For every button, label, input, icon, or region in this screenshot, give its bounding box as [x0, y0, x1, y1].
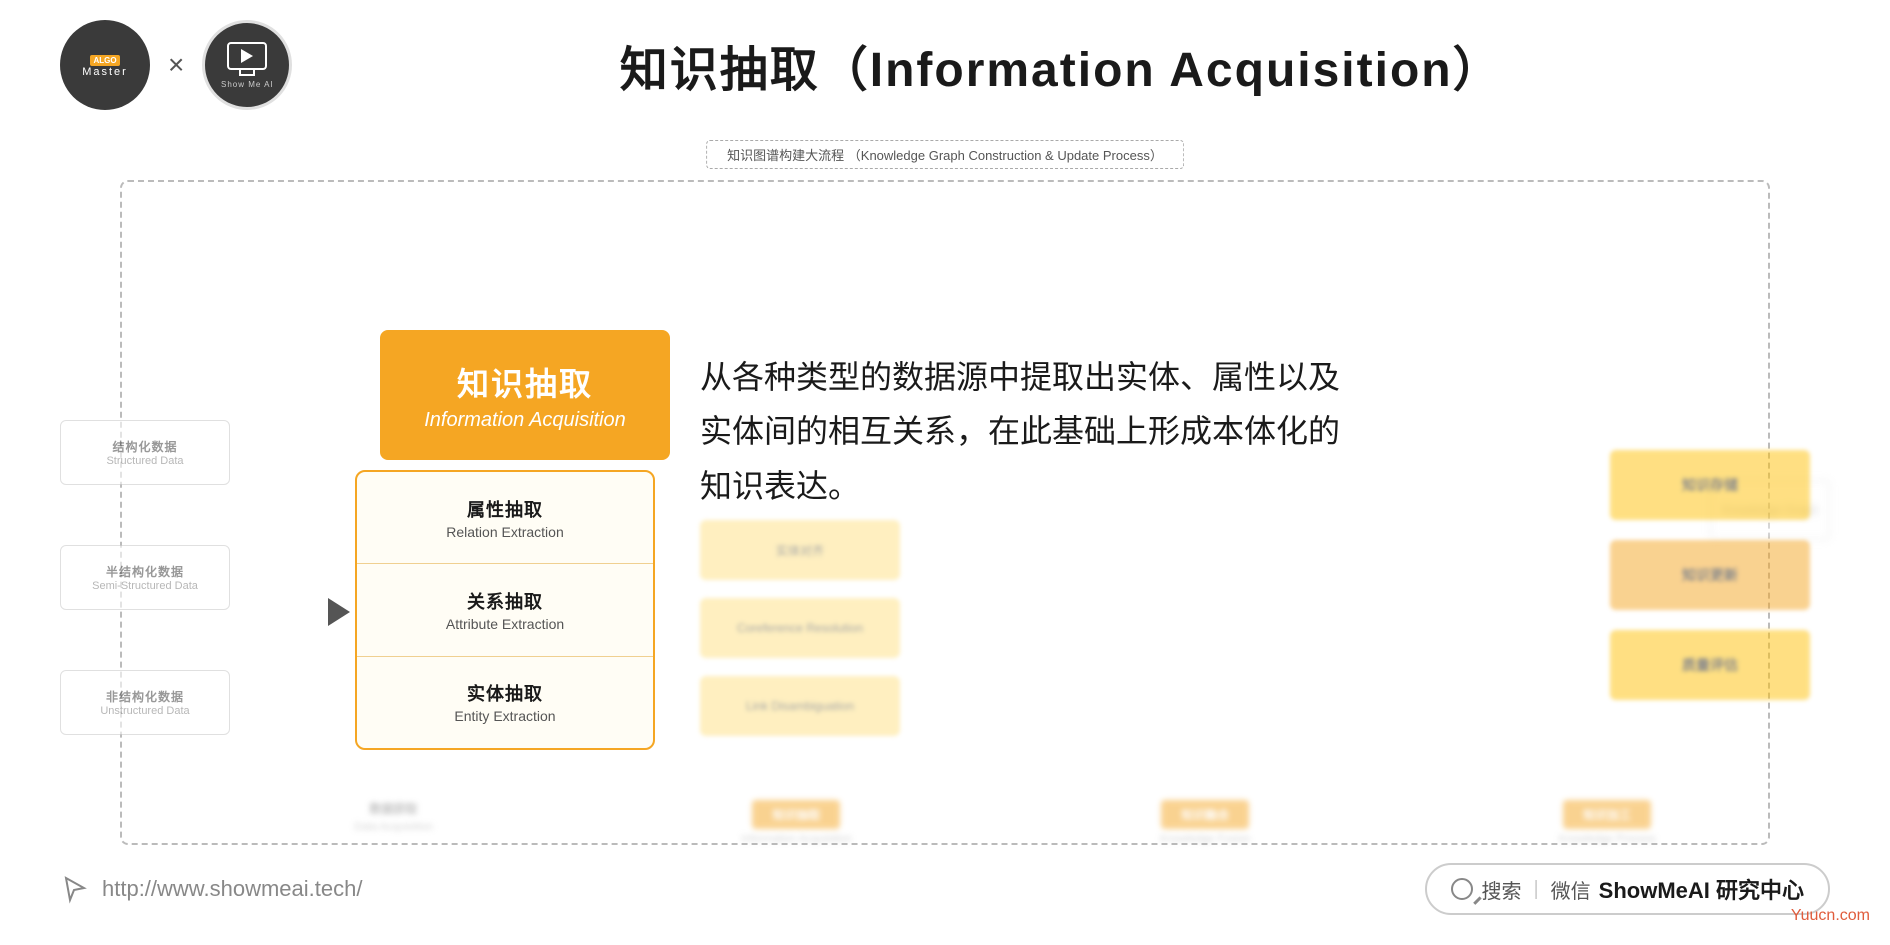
yellow-box-label-2: 知识更新 [1682, 565, 1738, 585]
algo-label: ALGO [90, 55, 119, 66]
main-content: 知识图谱构建大流程 （Knowledge Graph Construction … [0, 130, 1890, 945]
search-divider: | [1533, 878, 1538, 901]
data-source-box-1: 结构化数据 Structured Data [60, 420, 230, 485]
search-brand: ShowMeAI 研究中心 [1599, 873, 1804, 905]
website-url: http://www.showmeai.tech/ [102, 876, 362, 902]
yellow-box-2: 知识更新 [1610, 540, 1810, 610]
blurred-orange-tag-1: 知识抽取 [752, 800, 840, 829]
highlight-box-subtitle: Information Acquisition [424, 409, 626, 432]
bottom-labels: 数据获取 Data Acquisition 知识抽取 Information A… [200, 800, 1810, 845]
x-separator: × [168, 49, 184, 81]
mid-box-3: Link Disambiguation [700, 676, 900, 736]
master-text: Master [82, 66, 128, 78]
arrow-to-inner-box-icon [328, 598, 350, 626]
blurred-label-sub-4: Knowledge Process [1559, 833, 1656, 845]
blurred-label-4: 知识加工 Knowledge Process [1559, 800, 1656, 845]
wechat-label: 微信 [1551, 875, 1591, 904]
search-icon [1451, 878, 1473, 900]
play-arrow-icon [241, 49, 253, 63]
showme-label: Show Me AI [221, 80, 274, 89]
inner-item-title-1: 属性抽取 [467, 496, 543, 522]
watermark: Yuucn.com [1791, 907, 1870, 925]
blurred-label-title-1: 数据获取 [370, 800, 418, 817]
blurred-orange-tag-3: 知识加工 [1563, 800, 1651, 829]
description-block: 从各种类型的数据源中提取出实体、属性以及实体间的相互关系，在此基础上形成本体化的… [700, 350, 1340, 513]
left-boxes: 结构化数据 Structured Data 半结构化数据 Semi-Struct… [60, 420, 230, 735]
cursor-icon [60, 874, 90, 904]
blurred-label-sub-2: Information Acquisition [741, 833, 852, 845]
website-link[interactable]: http://www.showmeai.tech/ [60, 874, 362, 904]
mid-box-2: Coreference Resolution [700, 598, 900, 658]
inner-item-1: 属性抽取 Relation Extraction [357, 472, 653, 564]
inner-item-2: 关系抽取 Attribute Extraction [357, 564, 653, 656]
data-source-title-2: 半结构化数据 [106, 563, 184, 580]
yellow-box-1: 知识存储 [1610, 450, 1810, 520]
inner-item-title-3: 实体抽取 [467, 680, 543, 706]
search-bar[interactable]: 搜索 | 微信 ShowMeAI 研究中心 [1425, 863, 1830, 915]
blurred-label-3: 知识融合 Knowledge Fusion [1160, 800, 1251, 845]
inner-item-3: 实体抽取 Entity Extraction [357, 657, 653, 748]
blurred-orange-tag-2: 知识融合 [1161, 800, 1249, 829]
algo-master-logo: ALGO Master [60, 20, 150, 110]
monitor-icon [227, 42, 267, 70]
inner-box: 属性抽取 Relation Extraction 关系抽取 Attribute … [355, 470, 655, 750]
blurred-label-sub-3: Knowledge Fusion [1160, 833, 1251, 845]
search-label: 搜索 [1481, 875, 1521, 904]
flow-top-label: 知识图谱构建大流程 （Knowledge Graph Construction … [706, 140, 1184, 169]
data-source-box-2: 半结构化数据 Semi-Structured Data [60, 545, 230, 610]
page-container: ALGO Master × Show Me AI 知识抽取（Informatio… [0, 0, 1890, 945]
header: ALGO Master × Show Me AI 知识抽取（Informatio… [0, 0, 1890, 130]
description-text: 从各种类型的数据源中提取出实体、属性以及实体间的相互关系，在此基础上形成本体化的… [700, 350, 1340, 513]
logo-area: ALGO Master × Show Me AI [60, 20, 292, 110]
data-source-title-3: 非结构化数据 [106, 688, 184, 705]
mid-box-1: 实体对齐 [700, 520, 900, 580]
yellow-box-label-3: 质量评估 [1682, 655, 1738, 675]
data-source-title-1: 结构化数据 [112, 438, 177, 455]
inner-item-sub-1: Relation Extraction [446, 524, 564, 540]
page-title: 知识抽取（Information Acquisition） [292, 30, 1830, 100]
blurred-label-1: 数据获取 Data Acquisition [354, 800, 433, 845]
data-source-sub-1: Structured Data [106, 455, 183, 467]
blurred-label-2: 知识抽取 Information Acquisition [741, 800, 852, 845]
inner-item-sub-3: Entity Extraction [454, 708, 555, 724]
highlight-box: 知识抽取 Information Acquisition [380, 330, 670, 460]
data-source-box-3: 非结构化数据 Unstructured Data [60, 670, 230, 735]
blurred-label-sub-1: Data Acquisition [354, 821, 433, 833]
highlight-box-title: 知识抽取 [457, 359, 593, 405]
mid-boxes-blurred: 实体对齐 Coreference Resolution Link Disambi… [700, 520, 900, 754]
right-boxes-blurred: 知识存储 知识更新 质量评估 [1610, 450, 1810, 720]
inner-item-title-2: 关系抽取 [467, 588, 543, 614]
showme-logo: Show Me AI [202, 20, 292, 110]
inner-item-sub-2: Attribute Extraction [446, 616, 564, 632]
data-source-sub-3: Unstructured Data [100, 705, 189, 717]
yellow-box-3: 质量评估 [1610, 630, 1810, 700]
data-source-sub-2: Semi-Structured Data [92, 580, 198, 592]
yellow-box-label-1: 知识存储 [1682, 475, 1738, 495]
bottom-bar: http://www.showmeai.tech/ 搜索 | 微信 ShowMe… [60, 863, 1830, 915]
